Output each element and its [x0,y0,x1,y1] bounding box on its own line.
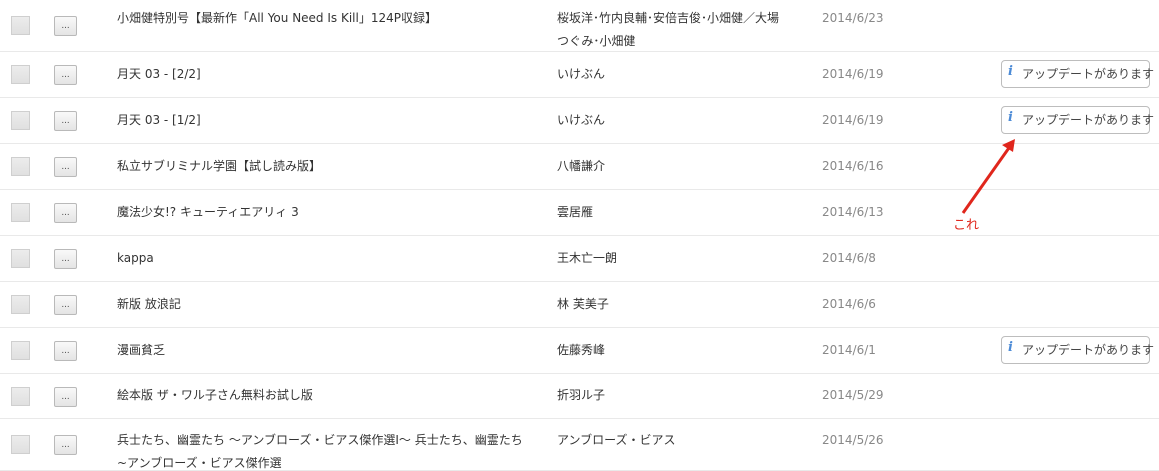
annotation-label: これ [953,218,980,233]
annotation-arrow [961,139,1015,214]
library-page: ... 小畑健特別号【最新作「All You Need Is Kill」124P収… [0,0,1159,471]
arrow-line [961,144,1013,214]
